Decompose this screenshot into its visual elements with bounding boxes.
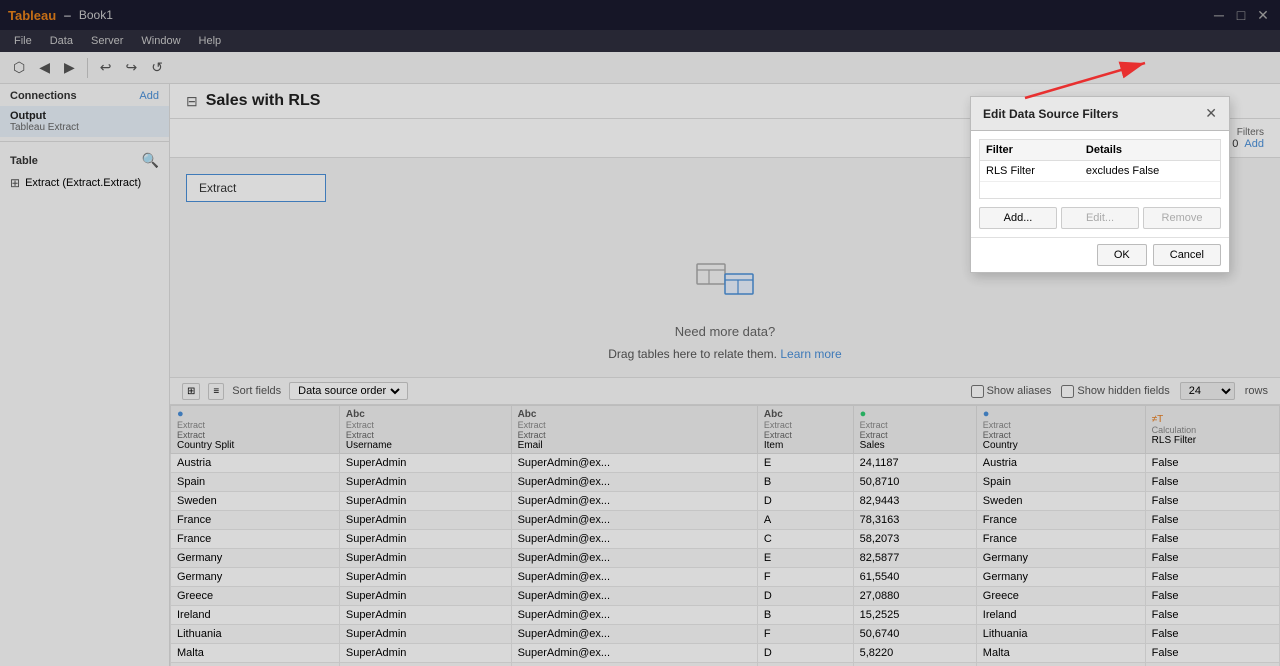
modal-table-container: Filter Details RLS Filter excludes False xyxy=(979,139,1221,199)
modal-filter-name: RLS Filter xyxy=(980,161,1080,182)
ok-button[interactable]: OK xyxy=(1097,244,1147,266)
edit-data-source-filters-modal: Edit Data Source Filters ✕ Filter Detail… xyxy=(970,96,1230,273)
modal-close-button[interactable]: ✕ xyxy=(1205,105,1217,122)
modal-table: Filter Details RLS Filter excludes False xyxy=(980,140,1220,182)
remove-filter-button[interactable]: Remove xyxy=(1143,207,1221,229)
details-col-header: Details xyxy=(1080,140,1220,161)
add-filter-button[interactable]: Add... xyxy=(979,207,1057,229)
modal-action-buttons: Add... Edit... Remove xyxy=(979,207,1221,229)
edit-filter-button[interactable]: Edit... xyxy=(1061,207,1139,229)
modal-filter-details: excludes False xyxy=(1080,161,1220,182)
modal-body: Filter Details RLS Filter excludes False… xyxy=(971,131,1229,237)
modal-filter-row: RLS Filter excludes False xyxy=(980,161,1220,182)
modal-footer: OK Cancel xyxy=(971,237,1229,272)
cancel-button[interactable]: Cancel xyxy=(1153,244,1221,266)
modal-title: Edit Data Source Filters xyxy=(983,107,1118,121)
modal-header: Edit Data Source Filters ✕ xyxy=(971,97,1229,131)
filter-col-header: Filter xyxy=(980,140,1080,161)
